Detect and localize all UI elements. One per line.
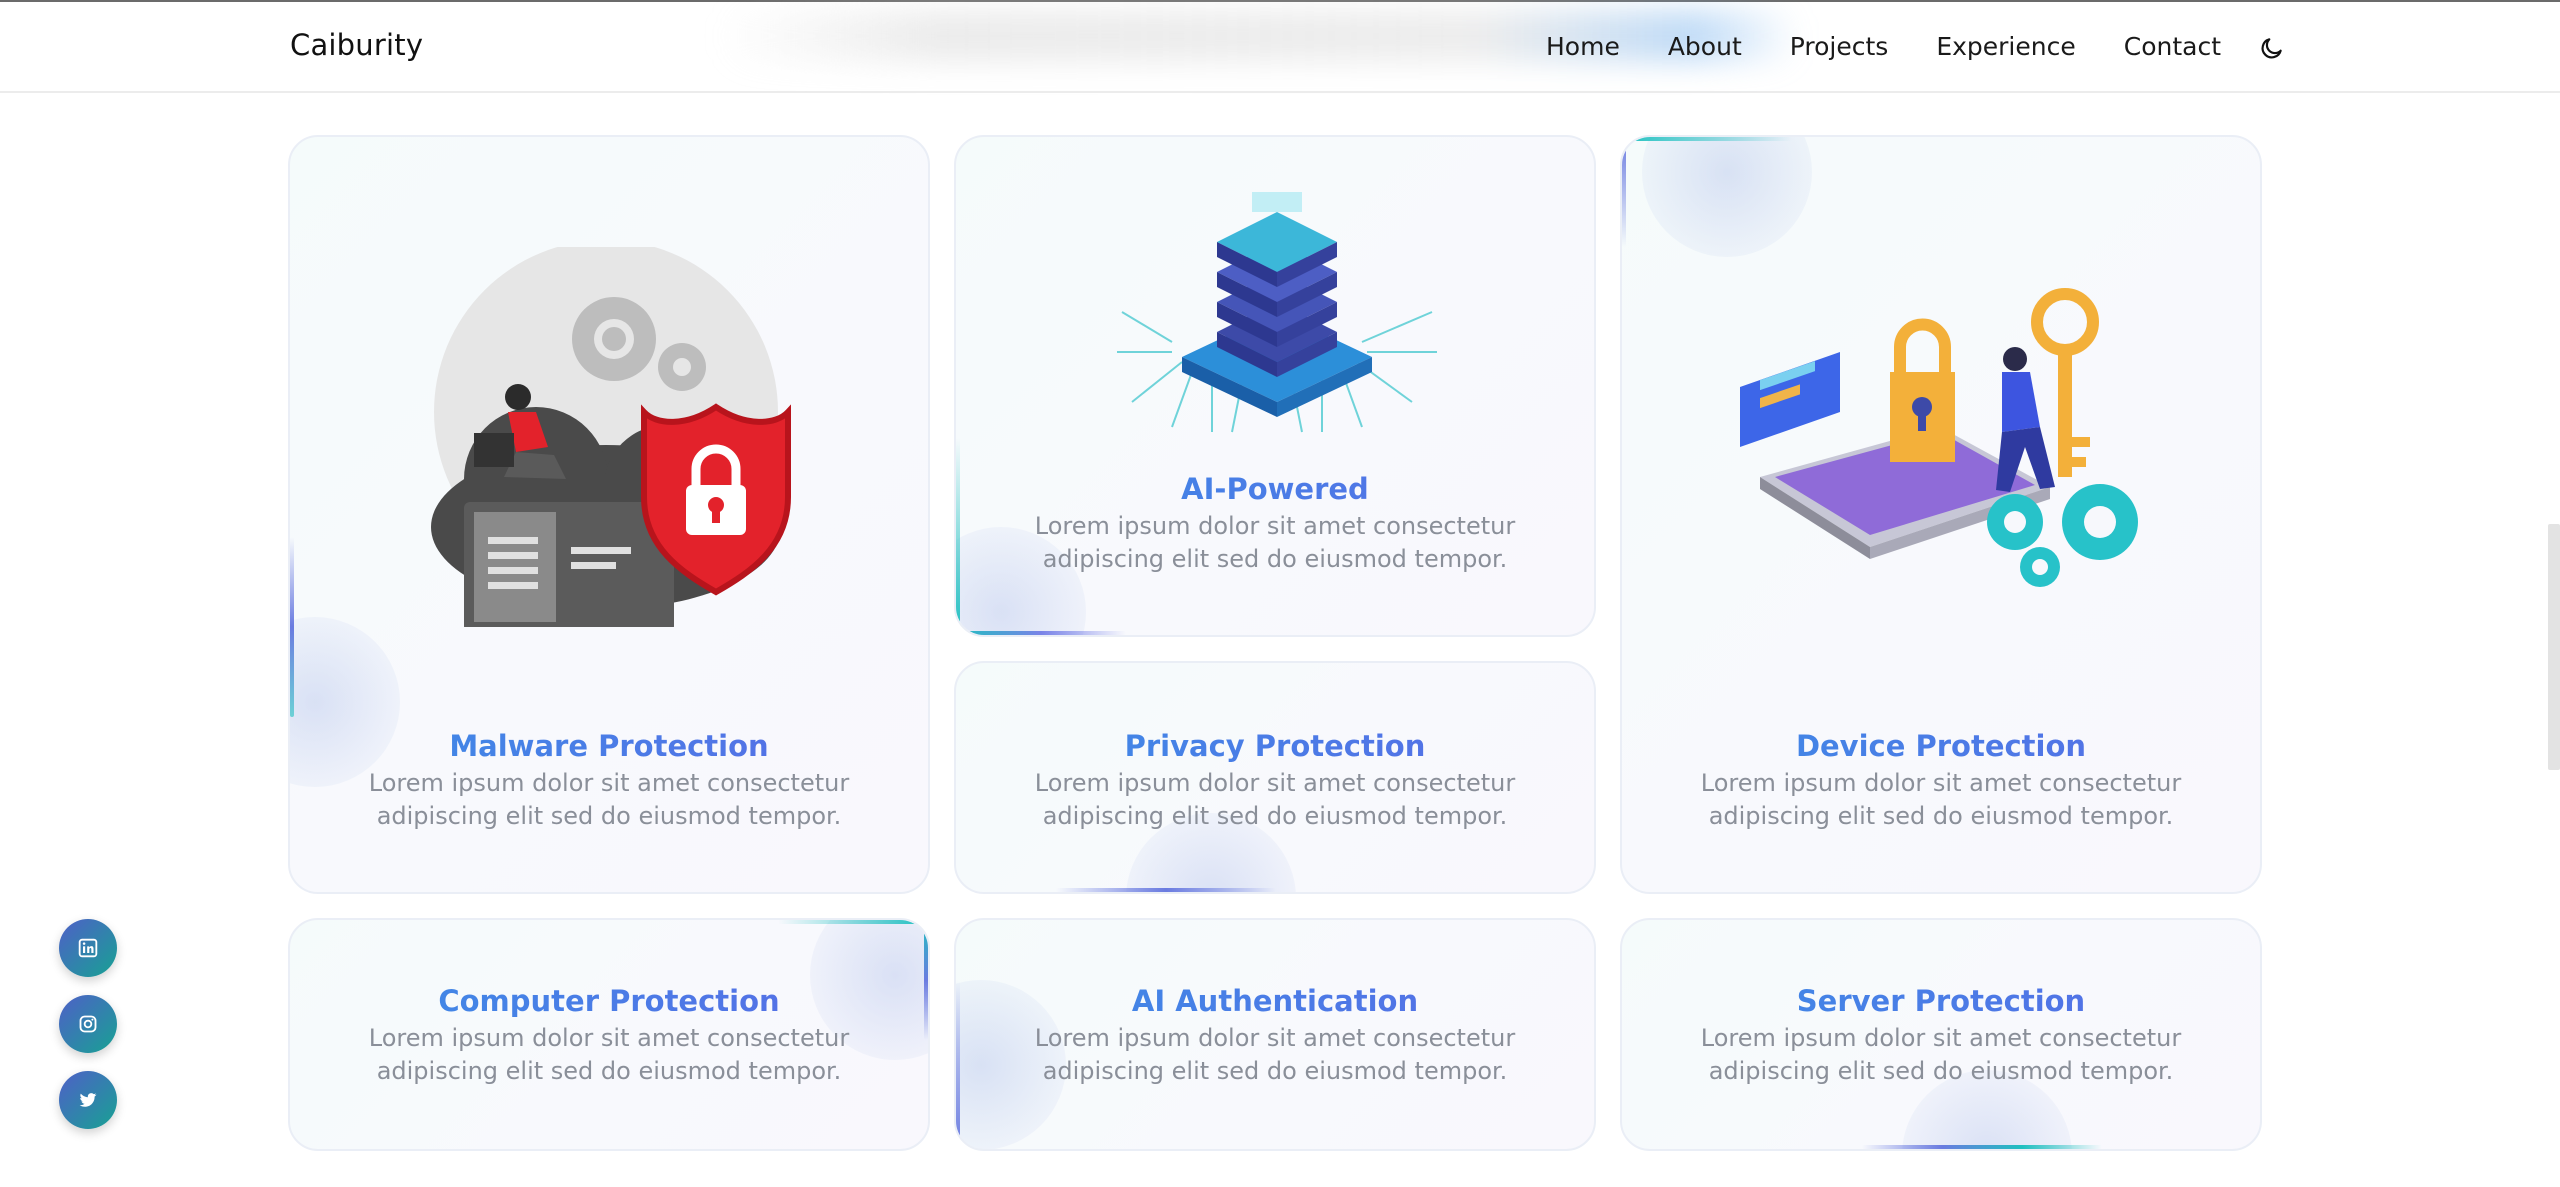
nav-link-about[interactable]: About: [1668, 32, 1742, 61]
card-ai-authentication[interactable]: AI Authentication Lorem ipsum dolor sit …: [954, 918, 1596, 1151]
twitter-button[interactable]: [59, 1071, 117, 1129]
card-ai-powered[interactable]: AI-Powered Lorem ipsum dolor sit amet co…: [954, 135, 1596, 637]
card-computer-protection[interactable]: Computer Protection Lorem ipsum dolor si…: [288, 918, 930, 1151]
card-title: Device Protection: [1622, 729, 2260, 763]
card-title: Computer Protection: [290, 984, 928, 1018]
nav-link-home[interactable]: Home: [1546, 32, 1620, 61]
instagram-icon: [79, 1015, 97, 1033]
card-malware-protection[interactable]: Malware Protection Lorem ipsum dolor sit…: [288, 135, 930, 894]
card-description: Lorem ipsum dolor sit amet consectetur a…: [1034, 512, 1516, 573]
card-description: Lorem ipsum dolor sit amet consectetur a…: [368, 1024, 850, 1085]
nav-link-contact[interactable]: Contact: [2124, 32, 2221, 61]
card-title: AI-Powered: [956, 472, 1594, 506]
linkedin-button[interactable]: [59, 919, 117, 977]
nav-link-experience[interactable]: Experience: [1936, 32, 2075, 61]
card-title: Malware Protection: [290, 729, 928, 763]
card-description: Lorem ipsum dolor sit amet consectetur a…: [1034, 769, 1516, 830]
card-title: Server Protection: [1622, 984, 2260, 1018]
card-title: Privacy Protection: [956, 729, 1594, 763]
ai-chip-illustration: [1117, 192, 1437, 433]
card-privacy-protection[interactable]: Privacy Protection Lorem ipsum dolor sit…: [954, 661, 1596, 894]
phone-lock-key-illustration: [1740, 288, 2138, 587]
nav-link-projects[interactable]: Projects: [1790, 32, 1889, 61]
instagram-button[interactable]: [59, 995, 117, 1053]
cloud-shield-lock-illustration: [431, 247, 791, 627]
card-description: Lorem ipsum dolor sit amet consectetur a…: [1700, 1024, 2182, 1085]
card-title: AI Authentication: [956, 984, 1594, 1018]
brand-logo-text[interactable]: Caiburity: [290, 28, 423, 62]
card-device-protection[interactable]: Device Protection Lorem ipsum dolor sit …: [1620, 135, 2262, 894]
card-server-protection[interactable]: Server Protection Lorem ipsum dolor sit …: [1620, 918, 2262, 1151]
twitter-icon: [79, 1093, 97, 1107]
card-description: Lorem ipsum dolor sit amet consectetur a…: [1034, 1024, 1516, 1085]
card-description: Lorem ipsum dolor sit amet consectetur a…: [1700, 769, 2182, 830]
scrollbar-thumb[interactable]: [2548, 524, 2560, 770]
nav-menu: Home About Projects Experience Contact: [1546, 32, 2269, 61]
linkedin-icon: [78, 938, 98, 958]
navbar: Caiburity Home About Projects Experience…: [0, 2, 2560, 93]
card-description: Lorem ipsum dolor sit amet consectetur a…: [368, 769, 850, 830]
moon-icon[interactable]: [2259, 35, 2285, 61]
